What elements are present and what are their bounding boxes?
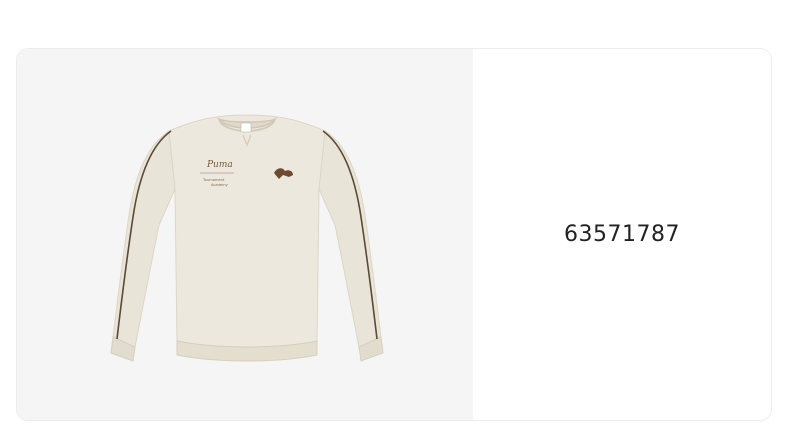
svg-text:Academy: Academy <box>211 183 229 187</box>
product-image-panel[interactable]: Puma Tournament Academy <box>17 49 473 420</box>
svg-text:Tournament: Tournament <box>202 178 225 182</box>
product-card[interactable]: Puma Tournament Academy 63571787 <box>16 48 772 421</box>
svg-text:Puma: Puma <box>206 160 233 170</box>
product-id-label: 63571787 <box>564 222 680 247</box>
sweatshirt-image: Puma Tournament Academy <box>110 114 384 362</box>
product-info-panel: 63571787 <box>473 49 771 420</box>
